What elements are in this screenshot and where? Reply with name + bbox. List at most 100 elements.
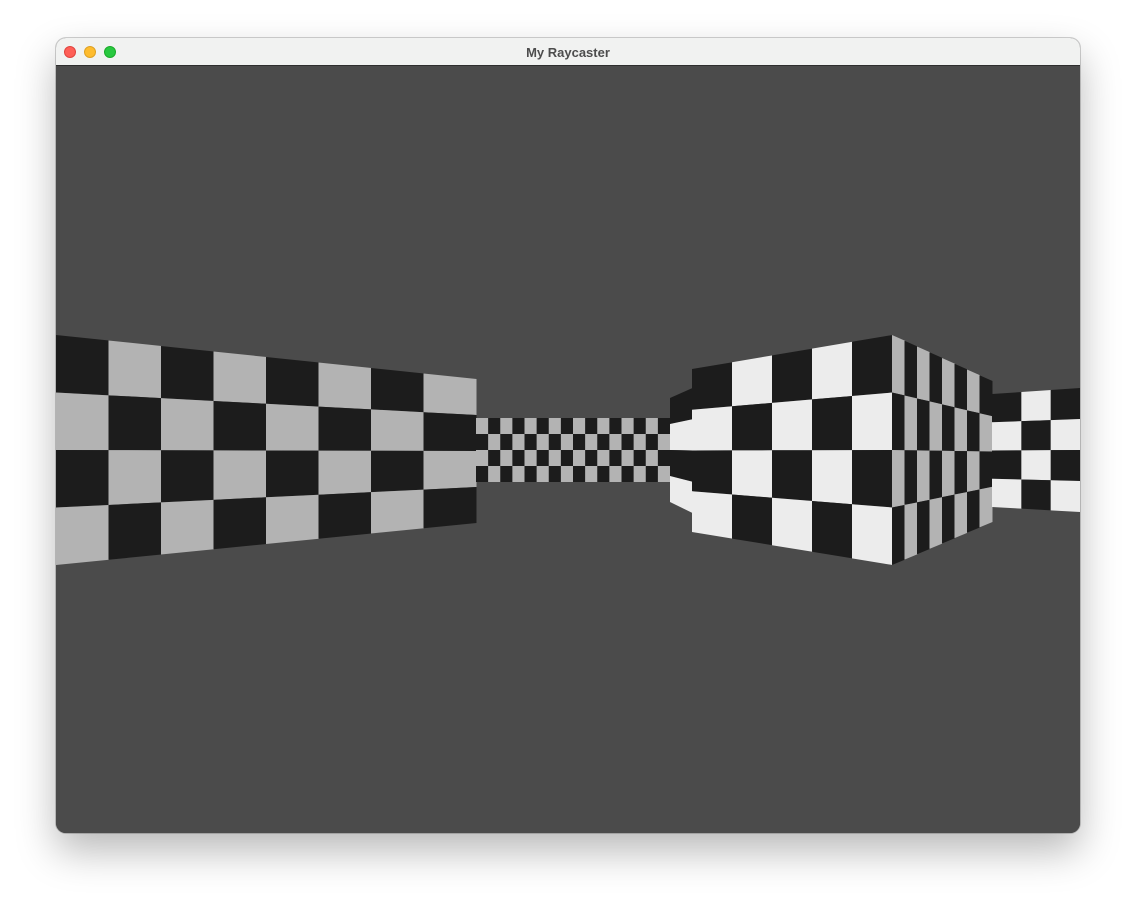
wall-tile <box>979 451 993 490</box>
wall-tile <box>573 418 586 434</box>
wall-tile <box>585 450 598 466</box>
wall-tile <box>645 466 659 482</box>
wall-tile <box>560 466 574 482</box>
wall-tile <box>500 434 513 450</box>
wall-tile <box>892 504 905 565</box>
wall-tile <box>536 418 550 434</box>
wall-tile <box>213 400 267 451</box>
wall-tile <box>967 410 980 452</box>
wall-tile <box>633 418 647 434</box>
wall-tile <box>1050 388 1080 421</box>
wall-tile <box>732 494 773 546</box>
raycaster-viewport[interactable] <box>56 66 1080 833</box>
wall-tile <box>1021 420 1052 451</box>
wall-tile <box>560 450 574 466</box>
wall-tile <box>979 486 993 528</box>
wall-tile <box>423 412 477 451</box>
wall-tile <box>812 341 853 400</box>
wall-tile <box>917 499 930 555</box>
wall-tile <box>692 450 733 495</box>
wall-tile <box>488 434 501 450</box>
wall-tile <box>500 466 513 482</box>
wall-tile <box>645 450 659 466</box>
wall-tile <box>732 402 773 451</box>
wall-tile <box>488 466 501 482</box>
wall-tile <box>1021 390 1052 422</box>
wall-tile <box>633 466 647 482</box>
wall-tile <box>318 362 372 410</box>
wall-tile <box>524 418 538 434</box>
rendered-scene <box>56 66 1080 833</box>
wall-tile <box>657 434 671 450</box>
wall-tile <box>161 346 214 401</box>
wall-tile <box>1021 450 1052 481</box>
wall-tile <box>423 487 477 529</box>
wall-tile <box>852 450 893 508</box>
wall-tile <box>732 450 773 498</box>
window-title: My Raycaster <box>526 45 610 60</box>
wall-tile <box>892 450 905 508</box>
wall-tile <box>56 392 109 451</box>
wall-tile <box>512 434 525 450</box>
wall-tile <box>917 346 930 402</box>
wall-tile <box>929 352 943 405</box>
wall-tile <box>772 348 813 403</box>
wall-tile <box>213 497 267 550</box>
wall-tile <box>772 497 813 552</box>
wall-tile <box>692 406 733 451</box>
wall-tile <box>585 466 598 482</box>
wall-tile <box>929 450 943 500</box>
wall-tile <box>476 434 489 450</box>
wall-tile <box>108 450 162 505</box>
wall-tile <box>56 504 109 565</box>
wall-tile <box>524 434 538 450</box>
wall-tile <box>476 466 489 482</box>
wall-tile <box>548 450 562 466</box>
wall-tile <box>992 421 1022 451</box>
wall-tile <box>318 492 372 539</box>
wall-tile <box>371 450 424 493</box>
wall-tile <box>772 450 813 501</box>
wall-tile <box>476 450 489 466</box>
wall-tile <box>488 450 501 466</box>
wall-tile <box>500 418 513 434</box>
wall-tile <box>213 351 267 404</box>
wall-tile <box>954 363 968 411</box>
wall-tile <box>476 418 489 434</box>
wall-tile <box>318 450 372 495</box>
wall-tile <box>645 418 659 434</box>
wall-tile <box>657 450 671 466</box>
wall-tile <box>597 434 610 450</box>
wall-tile <box>732 355 773 407</box>
wall-tile <box>1021 479 1052 511</box>
wall-tile <box>657 418 671 434</box>
wall-tile <box>1050 419 1080 451</box>
wall-tile <box>609 450 622 466</box>
wall-tile <box>633 450 647 466</box>
wall-tile <box>548 434 562 450</box>
wall-tile <box>609 466 622 482</box>
wall-tile <box>609 434 622 450</box>
wall-tile <box>536 434 550 450</box>
wall-tile <box>423 450 477 490</box>
wall-tile <box>512 466 525 482</box>
wall-tile <box>597 418 610 434</box>
wall-tile <box>266 357 319 407</box>
wall-tile <box>371 489 424 534</box>
wall-tile <box>500 450 513 466</box>
wall-tile <box>929 497 943 549</box>
wall-tile <box>597 466 610 482</box>
wall-tile <box>692 491 733 539</box>
wall-tile <box>108 395 162 451</box>
wall-tile <box>56 335 109 396</box>
wall-tile <box>904 502 918 560</box>
wall-tile <box>812 395 853 451</box>
wall-tile <box>917 398 930 451</box>
wall-tile <box>942 494 955 544</box>
wall-tile <box>633 434 647 450</box>
title-bar[interactable]: My Raycaster <box>56 38 1080 66</box>
wall-tile <box>266 403 319 451</box>
wall-tile <box>536 450 550 466</box>
wall-tile <box>852 504 893 565</box>
wall-tile <box>560 418 574 434</box>
